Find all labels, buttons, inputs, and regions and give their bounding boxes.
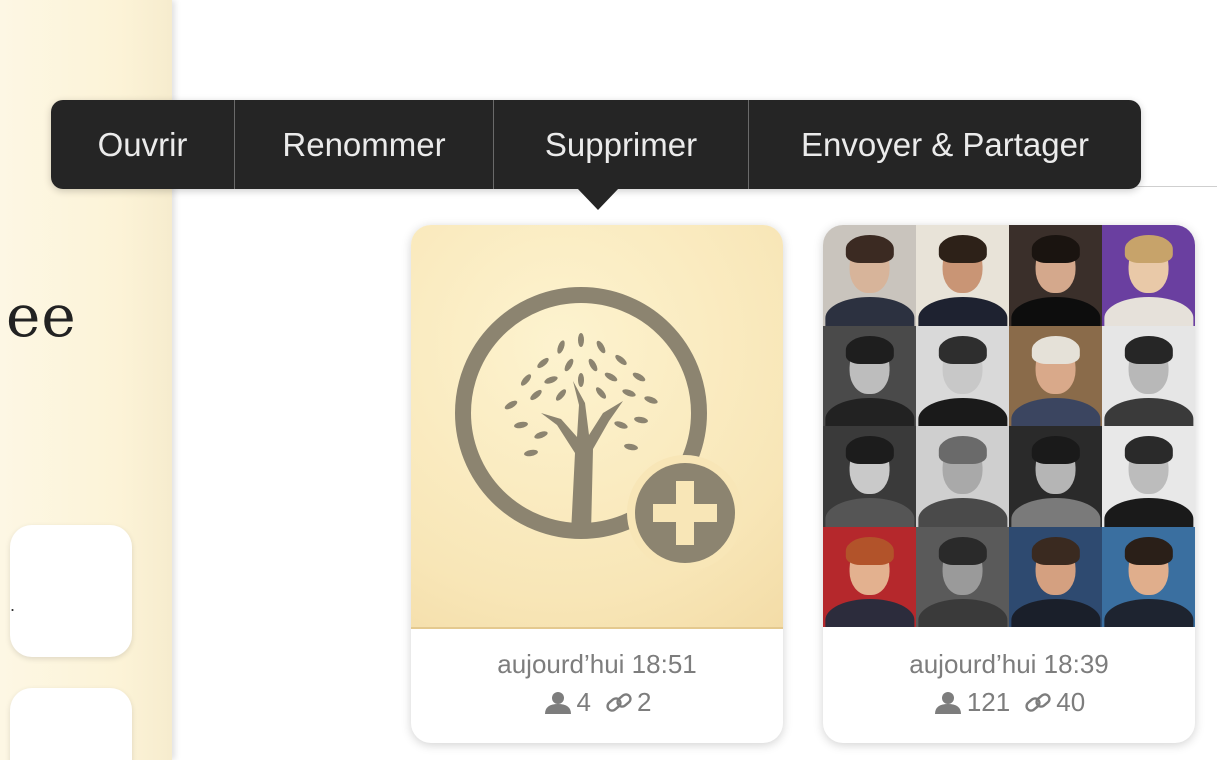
tree-stats: 4 2	[411, 687, 783, 718]
person-icon	[934, 691, 961, 714]
portrait-shoulders	[1010, 397, 1101, 426]
persons-count: 4	[543, 687, 591, 718]
portrait-hair	[1031, 235, 1080, 264]
portrait-tile	[1009, 325, 1102, 426]
context-menu: Ouvrir Renommer Supprimer Envoyer & Part…	[51, 100, 1141, 189]
tree-card-new[interactable]: aujourd’hui 18:51 4 2	[411, 225, 783, 743]
portrait-tile	[1102, 426, 1195, 527]
relations-count-value: 2	[637, 687, 652, 717]
portrait-shoulders	[824, 397, 915, 426]
tree-stats: 121 40	[823, 687, 1195, 718]
portrait-hair	[1124, 335, 1173, 364]
portrait-hair	[1124, 536, 1173, 565]
portrait-hair	[1124, 436, 1173, 465]
portrait-shoulders	[1010, 297, 1101, 326]
portrait-tile	[823, 426, 916, 527]
persons-count: 121	[933, 687, 1010, 718]
context-menu-pointer	[577, 188, 619, 210]
sidebar-title: ee	[6, 282, 77, 350]
portrait-hair	[938, 436, 987, 465]
portrait-shoulders	[1010, 498, 1101, 527]
tree-date: aujourd’hui 18:39	[909, 649, 1109, 679]
portrait-tile	[823, 526, 916, 627]
portrait-shoulders	[917, 498, 1008, 527]
portrait-tile	[1102, 225, 1195, 326]
sidebar-card[interactable]	[10, 688, 132, 760]
portrait-shoulders	[824, 598, 915, 627]
link-icon	[1025, 692, 1051, 712]
tree-date: aujourd’hui 18:51	[497, 649, 697, 679]
tree-meta: aujourd’hui 18:39 121 40	[823, 629, 1195, 743]
portrait-hair	[1031, 335, 1080, 364]
portrait-tile	[916, 526, 1009, 627]
portrait-tile	[823, 325, 916, 426]
portrait-shoulders	[1103, 397, 1194, 426]
sidebar-card-mark: .	[10, 595, 16, 615]
portrait-tile	[823, 225, 916, 326]
portrait-hair	[938, 536, 987, 565]
portrait-shoulders	[1103, 498, 1194, 527]
portrait-mosaic	[823, 225, 1195, 627]
portrait-shoulders	[917, 598, 1008, 627]
tree-meta: aujourd’hui 18:51 4 2	[411, 629, 783, 743]
portrait-hair	[845, 235, 894, 264]
portrait-shoulders	[1103, 297, 1194, 326]
portrait-tile	[916, 426, 1009, 527]
portrait-hair	[1031, 436, 1080, 465]
link-icon	[606, 692, 632, 712]
relations-count: 40	[1024, 687, 1085, 718]
portrait-tile	[916, 325, 1009, 426]
portrait-shoulders	[824, 498, 915, 527]
portrait-shoulders	[1103, 598, 1194, 627]
sidebar-card[interactable]: .	[10, 525, 132, 657]
menu-item-delete[interactable]: Supprimer	[493, 100, 748, 189]
portrait-tile	[916, 225, 1009, 326]
menu-item-send-share[interactable]: Envoyer & Partager	[748, 100, 1141, 189]
portrait-hair	[845, 335, 894, 364]
persons-count-value: 4	[576, 687, 591, 717]
relations-count-value: 40	[1056, 687, 1086, 717]
portrait-hair	[938, 235, 987, 264]
portrait-hair	[845, 536, 894, 565]
portrait-hair	[1031, 536, 1080, 565]
portrait-hair	[938, 335, 987, 364]
relations-count: 2	[605, 687, 651, 718]
portrait-hair	[845, 436, 894, 465]
portrait-tile	[1009, 526, 1102, 627]
tree-thumbnail	[411, 225, 783, 629]
portrait-tile	[1009, 426, 1102, 527]
portrait-tile	[1009, 225, 1102, 326]
tree-plus-icon	[455, 287, 743, 571]
portrait-hair	[1124, 235, 1173, 264]
portrait-shoulders	[1010, 598, 1101, 627]
portrait-shoulders	[917, 297, 1008, 326]
divider	[1130, 186, 1217, 187]
portrait-shoulders	[917, 397, 1008, 426]
portrait-tile	[1102, 526, 1195, 627]
tree-card-kennedy[interactable]: aujourd’hui 18:39 121 40	[823, 225, 1195, 743]
portrait-tile	[1102, 325, 1195, 426]
persons-count-value: 121	[966, 687, 1011, 717]
menu-item-rename[interactable]: Renommer	[234, 100, 493, 189]
menu-item-open[interactable]: Ouvrir	[51, 100, 234, 189]
person-icon	[544, 691, 571, 714]
portrait-shoulders	[824, 297, 915, 326]
